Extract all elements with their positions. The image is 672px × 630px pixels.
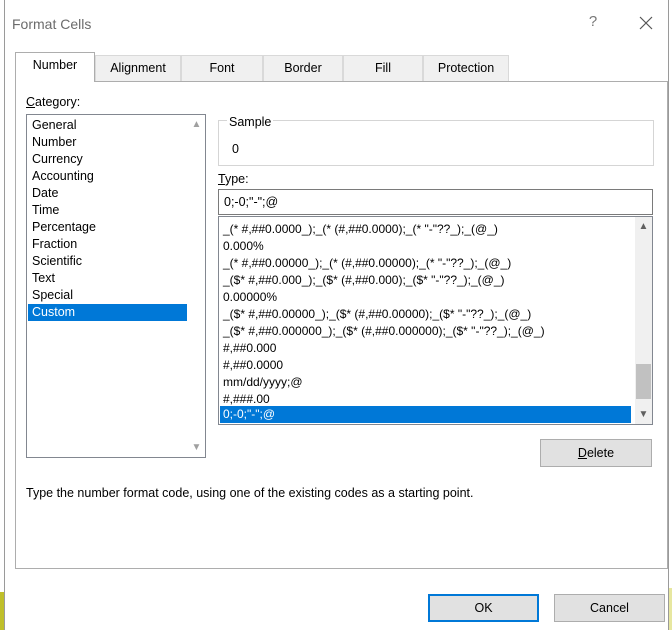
category-item-special[interactable]: Special: [28, 287, 187, 304]
format-item[interactable]: _($* #,##0.00000_);_($* (#,##0.00000);_(…: [220, 306, 631, 323]
format-item[interactable]: 0.000%: [220, 238, 631, 255]
scroll-thumb[interactable]: [636, 364, 651, 399]
category-item-number[interactable]: Number: [28, 134, 187, 151]
type-input[interactable]: 0;-0;"-";@: [218, 189, 653, 215]
scroll-down-icon[interactable]: ▼: [188, 439, 205, 456]
format-item[interactable]: #,##0.0000: [220, 357, 631, 374]
description-text: Type the number format code, using one o…: [26, 486, 474, 500]
tab-number[interactable]: Number: [15, 52, 95, 82]
sample-value: 0: [232, 142, 239, 156]
category-item-currency[interactable]: Currency: [28, 151, 187, 168]
category-item-text[interactable]: Text: [28, 270, 187, 287]
tab-font[interactable]: Font: [181, 55, 263, 81]
category-item-custom[interactable]: Custom: [28, 304, 187, 321]
type-label: Type:: [218, 172, 249, 186]
format-item[interactable]: mm/dd/yyyy;@: [220, 374, 631, 391]
cancel-button[interactable]: Cancel: [554, 594, 665, 622]
sample-group: Sample 0: [218, 115, 654, 166]
delete-button[interactable]: Delete: [540, 439, 652, 467]
tab-border[interactable]: Border: [263, 55, 343, 81]
format-item[interactable]: _($* #,##0.000000_);_($* (#,##0.000000);…: [220, 323, 631, 340]
type-input-value: 0;-0;"-";@: [224, 195, 279, 209]
tab-fill[interactable]: Fill: [343, 55, 423, 81]
format-item[interactable]: _(* #,##0.0000_);_(* (#,##0.0000);_(* "-…: [220, 221, 631, 238]
category-item-accounting[interactable]: Accounting: [28, 168, 187, 185]
format-code-list[interactable]: _(* #,##0.0000_);_(* (#,##0.0000);_(* "-…: [218, 216, 653, 425]
title-bar: Format Cells ?: [5, 0, 668, 48]
tab-alignment[interactable]: Alignment: [95, 55, 181, 81]
category-list[interactable]: General Number Currency Accounting Date …: [26, 114, 206, 458]
format-item[interactable]: 0.00000%: [220, 289, 631, 306]
format-item[interactable]: _($* #,##0.000_);_($* (#,##0.000);_($* "…: [220, 272, 631, 289]
tab-protection[interactable]: Protection: [423, 55, 509, 81]
format-item-selected[interactable]: 0;-0;"-";@: [220, 406, 631, 423]
format-cells-dialog: Format Cells ? Number Alignment Font Bor…: [4, 0, 669, 630]
category-item-time[interactable]: Time: [28, 202, 187, 219]
category-item-scientific[interactable]: Scientific: [28, 253, 187, 270]
help-button[interactable]: ?: [583, 13, 603, 35]
format-item[interactable]: #,##0.000: [220, 340, 631, 357]
category-item-date[interactable]: Date: [28, 185, 187, 202]
format-scrollbar[interactable]: ▲ ▼: [635, 217, 652, 424]
scroll-up-icon[interactable]: ▲: [635, 218, 652, 235]
scroll-down-icon[interactable]: ▼: [635, 406, 652, 423]
scroll-up-icon[interactable]: ▲: [188, 116, 205, 133]
category-scrollbar[interactable]: ▲ ▼: [188, 115, 205, 457]
category-item-general[interactable]: General: [28, 117, 187, 134]
category-item-fraction[interactable]: Fraction: [28, 236, 187, 253]
ok-button[interactable]: OK: [428, 594, 539, 622]
sample-label: Sample: [227, 115, 274, 129]
close-icon[interactable]: [635, 12, 657, 34]
category-item-percentage[interactable]: Percentage: [28, 219, 187, 236]
dialog-title: Format Cells: [12, 16, 92, 32]
category-label: Category:: [26, 95, 81, 109]
format-item[interactable]: _(* #,##0.00000_);_(* (#,##0.00000);_(* …: [220, 255, 631, 272]
